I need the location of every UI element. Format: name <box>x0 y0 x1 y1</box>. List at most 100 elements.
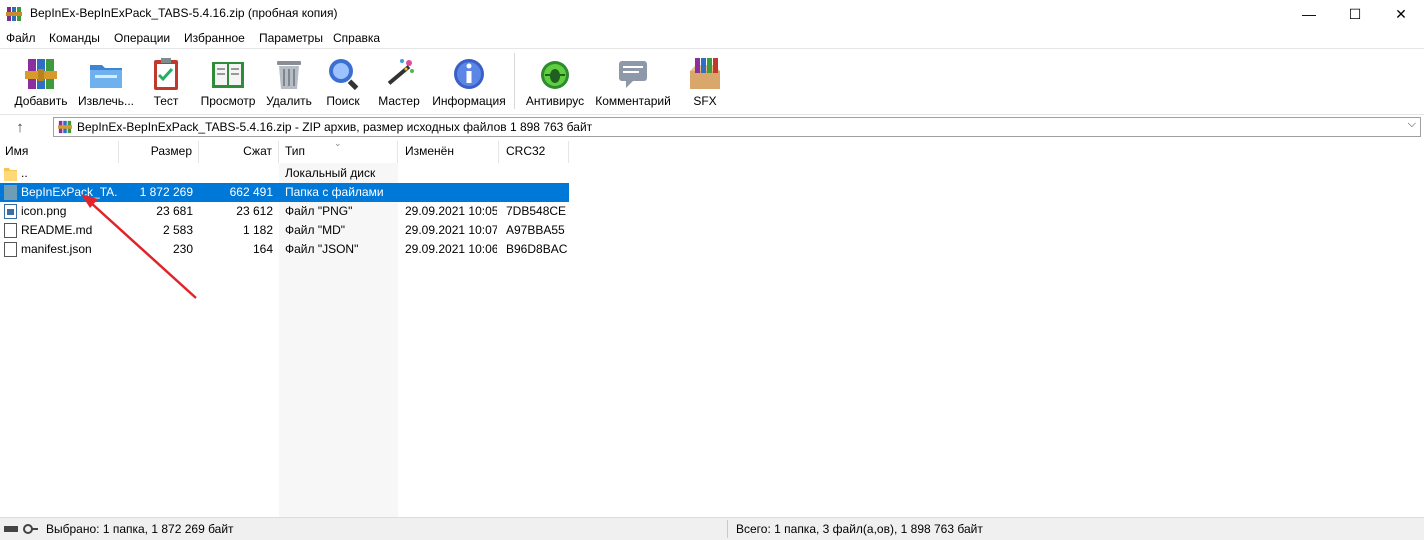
file-packed: 23 612 <box>236 204 273 218</box>
view-label: Просмотр <box>200 94 256 108</box>
address-bar[interactable]: BepInEx-BepInExPack_TABS-5.4.16.zip - ZI… <box>53 117 1421 137</box>
up-folder-button[interactable]: ↑ <box>8 118 32 138</box>
wizard-label: Мастер <box>378 94 420 108</box>
toolbar-separator <box>514 53 515 109</box>
file-type: Файл "JSON" <box>285 242 359 256</box>
file-crc: A97BBA55 <box>506 223 565 237</box>
file-type: Папка с файлами <box>285 185 384 199</box>
menu-help[interactable]: Справка <box>333 31 380 45</box>
wizard-wand-icon <box>387 59 414 85</box>
title-bar: BepInEx-BepInExPack_TABS-5.4.16.zip (про… <box>0 0 1424 28</box>
menu-commands[interactable]: Команды <box>49 31 100 45</box>
file-row[interactable]: icon.png 23 681 23 612 Файл "PNG" 29.09.… <box>0 202 569 221</box>
file-size: 2 583 <box>162 223 193 237</box>
file-crc: B96D8BAC <box>506 242 568 256</box>
file-size: 230 <box>172 242 193 256</box>
find-button[interactable]: Поиск <box>320 53 366 109</box>
extract-button[interactable]: Извлечь... <box>75 53 137 109</box>
file-type: Файл "MD" <box>285 223 346 237</box>
file-size: 1 872 269 <box>139 185 193 199</box>
magnifier-icon <box>329 59 359 91</box>
file-row-selected[interactable]: BepInExPack_TA... 1 872 269 662 491 Папк… <box>0 183 569 202</box>
image-file-icon <box>4 204 17 219</box>
test-label: Тест <box>153 94 179 108</box>
comment-button[interactable]: Комментарий <box>592 53 674 109</box>
file-modified: 29.09.2021 10:07 <box>405 223 497 237</box>
file-row[interactable]: README.md 2 583 1 182 Файл "MD" 29.09.20… <box>0 221 569 240</box>
file-packed: 1 182 <box>242 223 273 237</box>
status-total: Всего: 1 папка, 3 файл(а,ов), 1 898 763 … <box>736 522 983 536</box>
window-title: BepInEx-BepInExPack_TABS-5.4.16.zip (про… <box>30 6 338 20</box>
drive-key-icon <box>4 524 38 534</box>
toolbar: Добавить Извлечь... Тест Просмотр Удалит… <box>0 48 1424 113</box>
column-crc[interactable]: CRC32 <box>499 141 569 163</box>
sfx-box-icon <box>690 58 720 89</box>
column-header: Имя Размер Сжат Тип ⌄ Изменён CRC32 <box>0 138 1424 163</box>
column-packed[interactable]: Сжат <box>199 141 279 163</box>
add-label: Добавить <box>14 94 68 108</box>
find-label: Поиск <box>326 94 360 108</box>
file-packed: 164 <box>252 242 273 256</box>
winrar-app-icon <box>6 7 22 21</box>
file-name: manifest.json <box>21 242 92 256</box>
file-type: Локальный диск <box>285 166 376 180</box>
sfx-button[interactable]: SFX <box>682 53 728 109</box>
document-file-icon <box>4 242 17 257</box>
file-row[interactable]: manifest.json 230 164 Файл "JSON" 29.09.… <box>0 240 569 259</box>
file-name: BepInExPack_TA... <box>21 185 117 199</box>
menu-file[interactable]: Файл <box>6 31 36 45</box>
antivirus-button[interactable]: Антивирус <box>522 53 588 109</box>
view-button[interactable]: Просмотр <box>196 53 260 109</box>
extract-label: Извлечь... <box>77 94 134 108</box>
add-button[interactable]: Добавить <box>12 53 70 109</box>
info-label: Информация <box>432 94 506 108</box>
folder-icon <box>4 185 17 200</box>
menu-options[interactable]: Параметры <box>259 31 323 45</box>
extract-folder-icon <box>90 65 122 88</box>
file-row-parent[interactable]: .. Локальный диск <box>0 164 569 183</box>
add-archive-icon <box>25 59 57 89</box>
column-name[interactable]: Имя <box>0 141 119 163</box>
menu-operations[interactable]: Операции <box>114 31 170 45</box>
file-name: .. <box>21 166 28 180</box>
trash-icon <box>277 61 301 89</box>
delete-button[interactable]: Удалить <box>264 53 314 109</box>
file-name: icon.png <box>21 204 67 218</box>
folder-icon <box>4 168 17 181</box>
delete-label: Удалить <box>266 94 312 108</box>
menu-favorites[interactable]: Избранное <box>184 31 245 45</box>
status-selected: Выбрано: 1 папка, 1 872 269 байт <box>46 522 234 536</box>
menu-bar: Файл Команды Операции Избранное Параметр… <box>0 28 1424 48</box>
address-text: BepInEx-BepInExPack_TABS-5.4.16.zip - ZI… <box>77 120 593 134</box>
file-modified: 29.09.2021 10:06 <box>405 242 497 256</box>
sort-indicator-icon: ⌄ <box>334 138 342 148</box>
info-button[interactable]: Информация <box>430 53 508 109</box>
antivirus-label: Антивирус <box>525 94 585 108</box>
view-book-icon <box>212 62 244 88</box>
address-row: ↑ BepInEx-BepInExPack_TABS-5.4.16.zip - … <box>0 114 1424 141</box>
file-size: 23 681 <box>156 204 193 218</box>
status-bar: Выбрано: 1 папка, 1 872 269 байт Всего: … <box>0 517 1424 540</box>
file-type: Файл "PNG" <box>285 204 353 218</box>
status-divider <box>727 520 728 538</box>
test-button[interactable]: Тест <box>144 53 188 109</box>
file-crc: 7DB548CE <box>506 204 567 218</box>
maximize-button[interactable]: ☐ <box>1332 0 1378 28</box>
column-size[interactable]: Размер <box>119 141 199 163</box>
comment-label: Комментарий <box>595 94 671 108</box>
file-modified: 29.09.2021 10:05 <box>405 204 497 218</box>
wizard-button[interactable]: Мастер <box>374 53 424 109</box>
file-packed: 662 491 <box>229 185 273 199</box>
close-button[interactable]: ✕ <box>1378 0 1424 28</box>
comment-icon <box>619 61 647 88</box>
info-icon <box>454 59 484 89</box>
zip-archive-icon <box>58 120 72 134</box>
chevron-down-icon[interactable]: ⌵ <box>1408 118 1416 131</box>
document-file-icon <box>4 223 17 238</box>
file-name: README.md <box>21 223 93 237</box>
test-clipboard-icon <box>154 58 178 90</box>
column-modified[interactable]: Изменён <box>398 141 499 163</box>
antivirus-bug-icon <box>541 61 569 89</box>
sfx-label: SFX <box>693 94 717 108</box>
minimize-button[interactable]: — <box>1286 0 1332 28</box>
